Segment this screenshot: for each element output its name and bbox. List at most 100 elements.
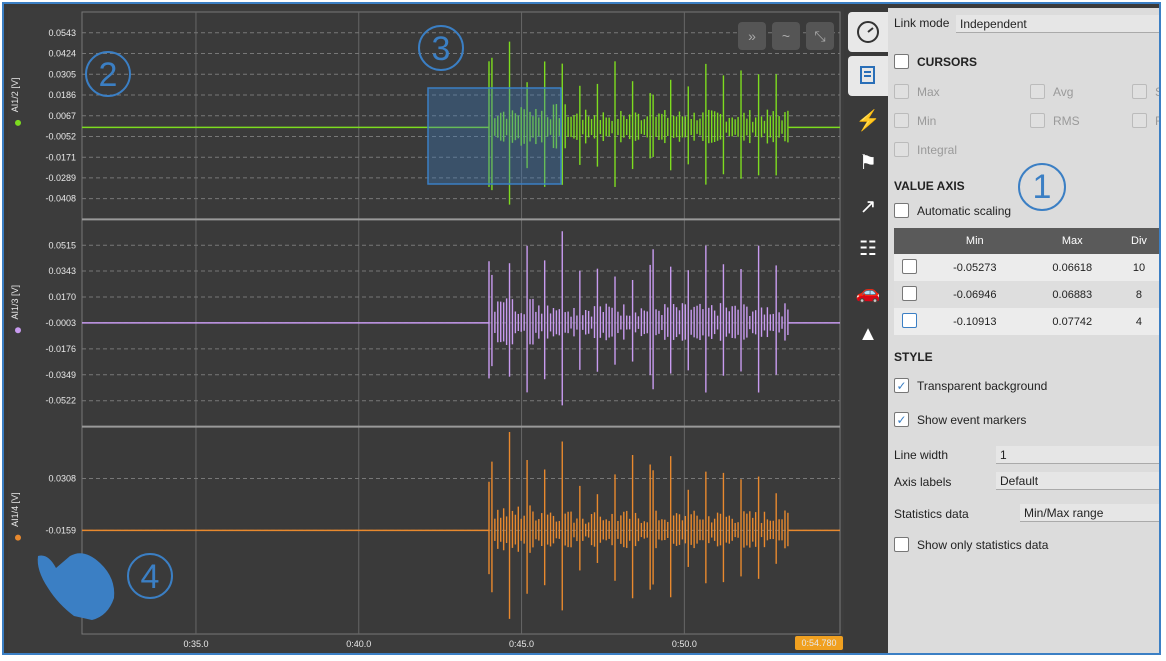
y-tick-label: 0.0424 [48, 49, 76, 59]
cursors-checkbox[interactable] [894, 54, 909, 69]
annotation-number: 4 [141, 558, 160, 596]
statistics-data-select[interactable]: Min/Max range [1020, 504, 1159, 522]
row-color-swatch[interactable] [901, 285, 917, 301]
min-label: Min [917, 113, 937, 128]
table-row[interactable]: -0.05273 0.06618 10 [894, 254, 1159, 281]
channel-color-dot [15, 119, 21, 126]
y-tick-label: -0.0408 [45, 194, 76, 204]
channel-label: AI1/3 [V] [10, 285, 20, 320]
y-tick-label: 0.0308 [48, 473, 76, 483]
y-tick-label: 0.0067 [48, 111, 76, 121]
x-tick-label: 0:40.0 [346, 639, 371, 649]
table-cell-div[interactable]: 8 [1118, 281, 1159, 308]
table-header-min: Min [924, 228, 1026, 254]
annotation-number: 1 [1032, 167, 1052, 206]
transparent-background-label: Transparent background [917, 378, 1048, 393]
s-label: S [1155, 85, 1159, 99]
annotation-number: 2 [99, 56, 118, 94]
table-cell-max[interactable]: 0.07742 [1025, 308, 1119, 335]
show-event-markers-label: Show event markers [917, 412, 1027, 427]
avg-label: Avg [1053, 84, 1074, 99]
selection-box [427, 87, 562, 185]
y-tick-label: 0.0170 [48, 292, 76, 302]
channel-color-dot [15, 327, 21, 334]
line-width-label: Line width [894, 448, 949, 462]
f-checkbox[interactable] [1132, 113, 1147, 128]
row-color-swatch[interactable] [901, 258, 917, 274]
export-icon[interactable]: ↗ [848, 186, 888, 226]
cursor-doc-icon[interactable] [848, 56, 888, 96]
line-width-input[interactable]: 1 [996, 446, 1159, 464]
y-tick-label: -0.0052 [45, 132, 76, 142]
value-axis-table: Min Max Div -0.05273 0.06618 10 -0.06946… [894, 228, 1159, 335]
hierarchy-icon[interactable]: ☷ [848, 228, 888, 268]
y-tick-label: 0.0186 [48, 90, 76, 100]
triangle-logo-icon[interactable]: ▲ [848, 314, 888, 354]
x-tick-label: 0:35.0 [183, 639, 208, 649]
lightning-icon[interactable]: ⚡ [848, 100, 888, 140]
double-chevron-right-icon[interactable]: » [738, 22, 766, 50]
table-cell-max[interactable]: 0.06883 [1025, 281, 1119, 308]
table-cell-min[interactable]: -0.05273 [924, 254, 1026, 281]
transparent-background-checkbox[interactable]: ✓ [894, 378, 909, 393]
table-cell-max[interactable]: 0.06618 [1025, 254, 1119, 281]
avg-checkbox[interactable] [1030, 84, 1045, 99]
max-checkbox[interactable] [894, 84, 909, 99]
table-header-blank [894, 228, 924, 254]
gauge-icon[interactable] [848, 12, 888, 52]
annotation-circle-1: 1 [1018, 163, 1066, 211]
annotation-number: 3 [432, 30, 451, 68]
automatic-scaling-label: Automatic scaling [917, 203, 1012, 218]
settings-panel: Link mode Independent CURSORS Max Avg S … [888, 8, 1159, 653]
channel-color-dot [15, 534, 21, 541]
y-tick-label: -0.0522 [45, 396, 76, 406]
x-tick-label: 0:45.0 [509, 639, 534, 649]
collapse-icon[interactable]: ⤡ [806, 22, 834, 50]
y-tick-label: -0.0171 [45, 152, 76, 162]
y-tick-label: 0.0515 [48, 240, 76, 250]
axis-labels-label: Axis labels [894, 475, 952, 489]
table-cell-div[interactable]: 4 [1118, 308, 1159, 335]
y-tick-label: 0.0305 [48, 69, 76, 79]
y-tick-label: -0.0003 [45, 318, 76, 328]
show-only-statistics-checkbox[interactable] [894, 537, 909, 552]
chart-svg[interactable]: 0:35.0 0:40.0 0:45.0 0:50.0 0.0543 0.0424 0.03… [8, 8, 844, 653]
cursors-label: CURSORS [917, 54, 978, 69]
integral-label: Integral [917, 142, 958, 157]
show-only-statistics-label: Show only statistics data [917, 537, 1049, 552]
table-cell-div[interactable]: 10 [1118, 254, 1159, 281]
axis-labels-select[interactable]: Default [996, 472, 1159, 490]
table-cell-min[interactable]: -0.10913 [924, 308, 1026, 335]
channel-label: AI1/4 [V] [10, 492, 20, 527]
min-checkbox[interactable] [894, 113, 909, 128]
cursor-time-label: 0:54.780 [801, 638, 836, 648]
channel-label: AI1/2 [V] [10, 78, 20, 113]
max-label: Max [917, 84, 940, 99]
table-row[interactable]: -0.06946 0.06883 8 [894, 281, 1159, 308]
integral-checkbox[interactable] [894, 142, 909, 157]
y-tick-label: -0.0176 [45, 344, 76, 354]
y-tick-label: -0.0159 [45, 525, 76, 535]
flag-icon[interactable]: ⚑ [848, 142, 888, 182]
link-mode-row: Link mode [894, 16, 949, 30]
table-cell-min[interactable]: -0.06946 [924, 281, 1026, 308]
show-event-markers-checkbox[interactable]: ✓ [894, 412, 909, 427]
y-tick-label: -0.0289 [45, 173, 76, 183]
rms-checkbox[interactable] [1030, 113, 1045, 128]
recorder-chart[interactable]: 0:35.0 0:40.0 0:45.0 0:50.0 0.0543 0.0424 0.03… [8, 8, 844, 653]
table-row[interactable]: -0.10913 0.07742 4 [894, 308, 1159, 335]
automatic-scaling-checkbox[interactable] [894, 203, 909, 218]
link-mode-label: Link mode [894, 16, 950, 30]
y-tick-label: -0.0349 [45, 370, 76, 380]
y-tick-label: 0.0343 [48, 266, 76, 276]
app-frame: 0:35.0 0:40.0 0:45.0 0:50.0 0.0543 0.0424 0.03… [2, 2, 1161, 655]
car-icon[interactable]: 🚗 [848, 272, 888, 312]
x-tick-label: 0:50.0 [672, 639, 697, 649]
wave-icon[interactable]: ~ [772, 22, 800, 50]
side-tab-bar: ⚡ ⚑ ↗ ☷ 🚗 ▲ [846, 8, 888, 653]
link-mode-select[interactable]: Independent [956, 15, 1159, 33]
row-color-swatch[interactable] [901, 312, 917, 328]
s-checkbox[interactable] [1132, 84, 1147, 99]
rms-label: RMS [1053, 113, 1080, 128]
value-axis-heading: VALUE AXIS [894, 179, 965, 193]
